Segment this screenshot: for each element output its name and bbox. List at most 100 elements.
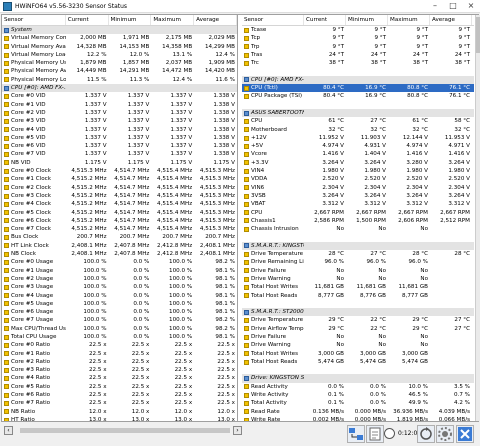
sensor-row[interactable]: Tras 24 °T 24 °T 24 °T 24 °T	[242, 51, 474, 59]
col-maximum[interactable]: Maximum	[388, 15, 430, 25]
sensor-row[interactable]: NB Clock 2,408.1 MHz 2,407.8 MHz 2,412.8 MH…	[2, 250, 237, 258]
sensor-row[interactable]: Core #4 VID 1.337 V 1.337 V 1.337 V 1.338 V	[2, 126, 237, 134]
col-average[interactable]: Average	[194, 15, 237, 25]
sensor-group-header[interactable]: System	[2, 26, 237, 35]
sensor-row[interactable]: Core #7 VID 1.337 V 1.337 V 1.337 V 1.338 V	[2, 150, 237, 158]
sensor-row[interactable]: Virtual Memory Load 12.2 % 12.0 % 13.1 % 12.…	[2, 51, 237, 59]
sensor-row[interactable]: Virtual Memory Avail... 14,328 MB 14,153 M…	[2, 43, 237, 51]
sensor-row[interactable]: Core #6 VID 1.337 V 1.337 V 1.337 V 1.338 V	[2, 142, 237, 150]
sensor-row[interactable]: VDDA 2.520 V 2.520 V 2.520 V 2.520 V	[242, 175, 474, 183]
sensor-row[interactable]: Core #2 Ratio 22.5 x 22.5 x 22.5 x 22.5 x	[2, 358, 237, 366]
sensor-row[interactable]: Core #2 VID 1.337 V 1.337 V 1.337 V 1.338 V	[2, 109, 237, 117]
sensor-row[interactable]: Vcore 1.416 V 1.404 V 1.416 V 1.416 V	[242, 150, 474, 158]
sensor-row[interactable]: Tcase 9 °T 9 °T 9 °T 9 °T	[242, 26, 474, 34]
sensor-row[interactable]: +5V 4.974 V 4.931 V 4.974 V 4.971 V	[242, 142, 474, 150]
sensor-row[interactable]: Core #6 Ratio 22.5 x 22.5 x 22.5 x 22.5 x	[2, 391, 237, 399]
sensor-row[interactable]: Total Host Reads 5,474 GB 5,474 GB 5,474 GB	[242, 358, 474, 366]
sensor-row[interactable]: Core #5 VID 1.337 V 1.337 V 1.337 V 1.338 V	[2, 134, 237, 142]
col-sensor[interactable]: Sensor	[2, 15, 66, 25]
sensor-row[interactable]: Trc 38 °T 38 °T 38 °T 38 °T	[242, 59, 474, 67]
close-sensors-icon[interactable]	[456, 425, 474, 443]
sensor-row[interactable]: NB Ratio 12.0 x 12.0 x 12.0 x 12.0 x	[2, 408, 237, 416]
sensor-row[interactable]: Core #0 Usage 100.0 % 0.0 % 100.0 % 98.2 %	[2, 258, 237, 266]
sensor-row[interactable]: VIN6 2.304 V 2.304 V 2.304 V 2.304 V	[242, 184, 474, 192]
col-maximum[interactable]: Maximum	[151, 15, 195, 25]
sensor-row[interactable]: Tcp 9 °T 9 °T 9 °T 9 °T	[242, 34, 474, 42]
sensor-group-header[interactable]: ASUS SABERTOOTH 990FX (ITE IT87...	[242, 108, 474, 118]
maximize-button[interactable]: □	[444, 0, 462, 13]
sensor-row[interactable]: Read Activity 0.0 % 0.0 % 10.0 % 3.5 %	[242, 383, 474, 391]
sensor-row[interactable]: Core #4 Ratio 22.5 x 22.5 x 22.5 x 22.5 x	[2, 374, 237, 382]
sensor-row[interactable]: Core #0 Clock 4,515.3 MHz 4,514.7 MHz 4,515…	[2, 167, 237, 175]
sensor-row[interactable]: Bus Clock 200.7 MHz 200.7 MHz 200.7 MHz 200.…	[2, 233, 237, 241]
minimize-button[interactable]: –	[426, 0, 444, 13]
sensor-row[interactable]: Physical Memory Av... 14,449 MB 14,291 MB 1…	[2, 67, 237, 75]
sensor-row[interactable]: Core #0 VID 1.337 V 1.337 V 1.337 V 1.338 V	[2, 92, 237, 100]
sensor-row[interactable]: Total Host Reads 8,777 GB 8,776 GB 8,777 GB	[242, 292, 474, 300]
sensor-row[interactable]: Drive Temperature 28 °C 27 °C 28 °C 28 °C	[242, 250, 474, 258]
sensor-group-header[interactable]: CPU [#0]: AMD FX-...	[2, 84, 237, 93]
sensor-group-header[interactable]: CPU [#0]: AMD FX-8350	[242, 75, 474, 85]
sensor-row[interactable]: Core #7 Ratio 22.5 x 22.5 x 22.5 x 22.5 x	[2, 399, 237, 407]
sensor-row[interactable]: +3.3V 3.264 V 3.264 V 3.280 V 3.264 V	[242, 159, 474, 167]
sensor-row[interactable]: Core #5 Clock 4,515.2 MHz 4,514.7 MHz 4,515…	[2, 209, 237, 217]
sensor-row[interactable]: Drive Warning No No No	[242, 275, 474, 283]
scroll-thumb[interactable]	[476, 17, 480, 53]
sensor-row[interactable]: CPU 61 °C 27 °C 61 °C 58 °C	[242, 117, 474, 125]
sensor-row[interactable]: VIN4 1.980 V 1.980 V 1.980 V 1.980 V	[242, 167, 474, 175]
sensor-row[interactable]: Core #5 Usage 100.0 % 0.0 % 100.0 % 98.1 %	[2, 300, 237, 308]
sensor-row[interactable]: Core #3 Usage 100.0 % 0.0 % 100.0 % 98.1 %	[2, 283, 237, 291]
horizontal-scrollbar[interactable]	[20, 428, 230, 433]
sensor-row[interactable]: Physical Memory Load 11.5 % 11.3 % 12.4 % 11…	[2, 76, 237, 84]
sensor-row[interactable]: HT Link Clock 2,408.1 MHz 2,407.8 MHz 2,412…	[2, 242, 237, 250]
vertical-scrollbar[interactable]	[475, 15, 480, 421]
sensor-row[interactable]: Drive Warning No No No	[242, 341, 474, 349]
sensor-row[interactable]: Write Rate 0.002 MB/s 0.000 MB/s 1.819 MB/s…	[242, 416, 474, 421]
sensor-row[interactable]: VBAT 3.312 V 3.312 V 3.312 V 3.312 V	[242, 200, 474, 208]
sensor-row[interactable]: CPU (Tctl) 80.4 °C 16.9 °C 80.8 °C 76.1 °C	[242, 84, 474, 93]
col-current[interactable]: Current	[304, 15, 346, 25]
settings-icon[interactable]	[436, 425, 454, 443]
sensor-row[interactable]: Drive Airflow Temperature 29 °C 22 °C 29 °C…	[242, 325, 474, 333]
col-current[interactable]: Current	[66, 15, 109, 25]
col-minimum[interactable]: Minimum	[109, 15, 152, 25]
sensor-row[interactable]: Total Activity 0.1 % 0.0 % 49.9 % 4.2 %	[242, 399, 474, 407]
close-button[interactable]: ×	[462, 0, 480, 13]
sensor-row[interactable]: Chassis1 2,586 RPM 1,500 RPM 2,606 RPM 2,512…	[242, 217, 474, 225]
col-minimum[interactable]: Minimum	[346, 15, 388, 25]
sensor-group-header[interactable]: Drive: KINGSTON SHFS37A240G (500...	[242, 374, 474, 383]
sensor-row[interactable]: Core #4 Clock 4,515.2 MHz 4,514.7 MHz 4,515…	[2, 200, 237, 208]
sensor-row[interactable]: Drive Remaining Life 96.0 % 96.0 % 96.0 %	[242, 258, 474, 266]
sensor-row[interactable]: Core #6 Usage 100.0 % 0.0 % 100.0 % 98.1 %	[2, 308, 237, 316]
sensor-row[interactable]: HT Ratio 13.0 x 13.0 x 13.0 x 13.0 x	[2, 416, 237, 421]
sensor-row[interactable]: Core #4 Usage 100.0 % 0.0 % 100.0 % 98.1 %	[2, 292, 237, 300]
sensor-row[interactable]: Core #7 Usage 100.0 % 0.0 % 100.0 % 98.2 %	[2, 316, 237, 324]
sensor-row[interactable]: Max CPU/Thread Usage 100.0 % 0.0 % 100.0 % 9…	[2, 325, 237, 333]
report-icon[interactable]	[366, 425, 384, 443]
sensor-row[interactable]: Core #1 Ratio 22.5 x 22.5 x 22.5 x 22.5 x	[2, 350, 237, 358]
sensor-row[interactable]: CPU 2,667 RPM 2,667 RPM 2,667 RPM 2,667 RPM	[242, 209, 474, 217]
col-sensor[interactable]: Sensor	[242, 15, 304, 25]
sensor-row[interactable]: Write Activity 0.1 % 0.0 % 46.5 % 0.7 %	[242, 391, 474, 399]
sensor-row[interactable]: Virtual Memory Com... 2,000 MB 1,971 MB 2,1…	[2, 34, 237, 42]
sensor-row[interactable]: Core #6 Clock 4,515.2 MHz 4,514.7 MHz 4,515…	[2, 217, 237, 225]
sensor-row[interactable]: CPU Package (TSI) 80.4 °C 16.9 °C 80.8 °C 76…	[242, 92, 474, 100]
reset-icon[interactable]	[417, 425, 435, 443]
sensor-row[interactable]: Core #7 Clock 4,515.2 MHz 4,514.7 MHz 4,515…	[2, 225, 237, 233]
sensor-row[interactable]: Core #1 Usage 100.0 % 0.0 % 100.0 % 98.1 %	[2, 267, 237, 275]
sensor-row[interactable]: NB VID 1.175 V 1.175 V 1.175 V 1.175 V	[2, 159, 237, 167]
sensor-row[interactable]: Read Rate 0.136 MB/s 0.000 MB/s 36.936 MB/s…	[242, 408, 474, 416]
sensor-group-header[interactable]: S.M.A.R.T.: ST2000DM001-1GB102 (...	[242, 308, 474, 317]
sensor-row[interactable]: 3VSB 3.264 V 3.264 V 3.264 V 3.264 V	[242, 192, 474, 200]
sensor-row[interactable]: Core #2 Clock 4,515.2 MHz 4,514.7 MHz 4,515…	[2, 184, 237, 192]
sensor-row[interactable]: Total Host Writes 3,000 GB 3,000 GB 3,000 G…	[242, 350, 474, 358]
sensor-group-header[interactable]: S.M.A.R.T.: KINGSTON SHFS37A240...	[242, 241, 474, 251]
sensor-row[interactable]: Core #1 VID 1.337 V 1.337 V 1.337 V 1.338 V	[2, 101, 237, 109]
sensor-row[interactable]: Core #3 Clock 4,515.2 MHz 4,514.7 MHz 4,515…	[2, 192, 237, 200]
sensor-row[interactable]: Chassis Intrusion No No No	[242, 225, 474, 233]
sensor-row[interactable]: Core #1 Clock 4,515.2 MHz 4,514.7 MHz 4,515…	[2, 175, 237, 183]
sensor-row[interactable]: Core #0 Ratio 22.5 x 22.5 x 22.5 x 22.5 x	[2, 341, 237, 349]
network-icon[interactable]	[347, 425, 365, 443]
sensor-row[interactable]: Core #3 Ratio 22.5 x 22.5 x 22.5 x 22.5 x	[2, 366, 237, 374]
sensor-row[interactable]: Drive Failure No No No	[242, 333, 474, 341]
